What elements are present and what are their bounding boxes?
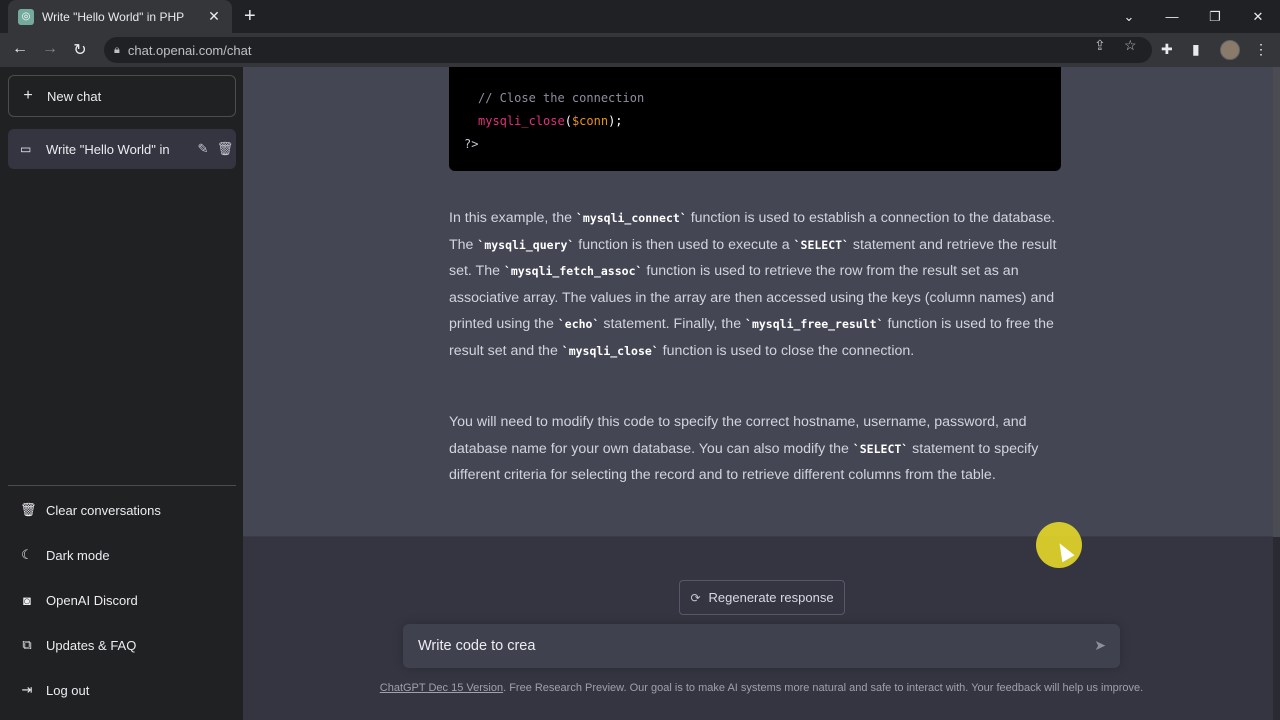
moon-icon: ☾ — [21, 547, 33, 562]
openai-discord-label: OpenAI Discord — [46, 592, 138, 608]
code-function: mysqli_close — [478, 114, 565, 128]
inline-code: `echo` — [557, 317, 600, 332]
code-paren-close: ); — [608, 114, 623, 128]
trash-icon[interactable]: 🗑︎ — [214, 141, 236, 157]
clear-conversations-button[interactable]: 🗑︎ Clear conversations — [8, 490, 236, 530]
regenerate-label: Regenerate response — [708, 590, 834, 605]
code-end-tag: ?> — [464, 137, 479, 151]
plus-icon: + — [23, 87, 33, 104]
conversation-title: Write "Hello World" in — [46, 141, 170, 157]
regenerate-response-button[interactable]: ⟳ Regenerate response — [679, 580, 845, 615]
inline-code: `SELECT` — [793, 237, 849, 252]
chat-bubble-icon: ▭ — [20, 142, 32, 156]
clear-conversations-label: Clear conversations — [46, 502, 161, 518]
scrollbar-thumb[interactable] — [1273, 67, 1280, 537]
log-out-button[interactable]: ⇥ Log out — [8, 670, 236, 710]
sidebar: + New chat ▭ Write "Hello World" in ✎ 🗑︎… — [0, 67, 243, 720]
inline-code: `mysqli_query` — [477, 237, 575, 252]
log-out-label: Log out — [46, 682, 90, 698]
message-input[interactable] — [418, 638, 1058, 654]
send-icon[interactable]: ➤ — [1094, 637, 1106, 654]
edit-icon[interactable]: ✎ — [192, 141, 214, 157]
updates-faq-label: Updates & FAQ — [46, 637, 137, 653]
url-text: chat.openai.com/chat — [127, 42, 252, 58]
updates-faq-link[interactable]: ⧉ Updates & FAQ — [8, 625, 236, 665]
answer-paragraph-2: You will need to modify this code to spe… — [449, 409, 1064, 489]
refresh-icon: ⟳ — [690, 590, 701, 605]
minimize-button[interactable]: — — [1151, 0, 1193, 33]
new-chat-label: New chat — [47, 88, 102, 104]
inline-code: `mysqli_free_result` — [745, 317, 884, 332]
openai-discord-link[interactable]: ◙ OpenAI Discord — [8, 580, 236, 620]
discord-icon: ◙ — [23, 592, 31, 608]
inline-code: `mysqli_fetch_assoc` — [503, 264, 643, 279]
code-comment: // Close the connection — [478, 91, 645, 105]
code-paren: ( — [564, 114, 572, 128]
text: function is used to close the connection… — [658, 342, 915, 359]
browser-tab[interactable]: ◎ Write "Hello World" in PHP ✕ — [8, 0, 232, 33]
reload-icon[interactable]: ↻ — [70, 40, 90, 60]
side-panel-icon[interactable]: ▮ — [1192, 41, 1200, 58]
tab-close-icon[interactable]: ✕ — [206, 8, 222, 25]
extensions-icon[interactable]: ✚ — [1161, 41, 1173, 58]
bookmark-star-icon[interactable]: ☆ — [1124, 37, 1137, 54]
dark-mode-label: Dark mode — [46, 547, 110, 563]
openai-favicon-icon: ◎ — [18, 8, 34, 25]
code-variable: $conn — [571, 114, 609, 128]
forward-icon[interactable]: → — [40, 40, 60, 58]
code-block: // Close the connection mysqli_close($co… — [449, 67, 1061, 171]
footer-text: . Free Research Preview. Our goal is to … — [503, 682, 1144, 694]
inline-code: `mysqli_close` — [561, 343, 659, 358]
dark-mode-button[interactable]: ☾ Dark mode — [8, 535, 236, 575]
footer: ChatGPT Dec 15 Version. Free Research Pr… — [243, 682, 1280, 694]
answer-paragraph-1: In this example, the `mysqli_connect` fu… — [449, 205, 1064, 365]
menu-kebab-icon[interactable]: ⋮ — [1254, 41, 1268, 58]
text: In this example, the — [449, 210, 576, 226]
sidebar-divider — [8, 485, 236, 486]
tab-search-icon[interactable]: ⌄ — [1108, 0, 1150, 33]
text: statement. Finally, the — [599, 316, 746, 333]
window-close-button[interactable]: ✕ — [1237, 0, 1279, 33]
new-tab-button[interactable]: + — [244, 5, 256, 27]
browser-tab-bar: ◎ Write "Hello World" in PHP ✕ + ⌄ — ❐ ✕ — [0, 0, 1280, 33]
profile-avatar[interactable] — [1220, 40, 1240, 60]
logout-icon: ⇥ — [21, 682, 33, 697]
restore-button[interactable]: ❐ — [1194, 0, 1236, 33]
back-icon[interactable]: ← — [10, 40, 30, 58]
inline-code: `mysqli_connect` — [575, 211, 687, 225]
lock-icon: 🔒︎ — [114, 43, 120, 56]
inline-code: `SELECT` — [852, 441, 909, 456]
browser-toolbar: ← → ↻ 🔒︎ chat.openai.com/chat ⇪ ☆ ✚ ▮ ⋮ — [0, 33, 1280, 67]
version-link[interactable]: ChatGPT Dec 15 Version — [380, 682, 503, 694]
address-bar[interactable]: 🔒︎ chat.openai.com/chat — [104, 37, 1152, 63]
message-input-box[interactable]: ➤ — [403, 624, 1120, 668]
assistant-message: // Close the connection mysqli_close($co… — [243, 67, 1273, 537]
text: function is then used to execute a — [574, 236, 794, 253]
trash-icon: 🗑︎ — [20, 502, 37, 517]
tab-title: Write "Hello World" in PHP — [42, 9, 185, 24]
external-link-icon: ⧉ — [22, 637, 32, 652]
main-panel: // Close the connection mysqli_close($co… — [243, 67, 1280, 720]
conversation-item[interactable]: ▭ Write "Hello World" in ✎ 🗑︎ — [8, 129, 236, 169]
share-icon[interactable]: ⇪ — [1094, 37, 1106, 54]
new-chat-button[interactable]: + New chat — [8, 75, 236, 117]
